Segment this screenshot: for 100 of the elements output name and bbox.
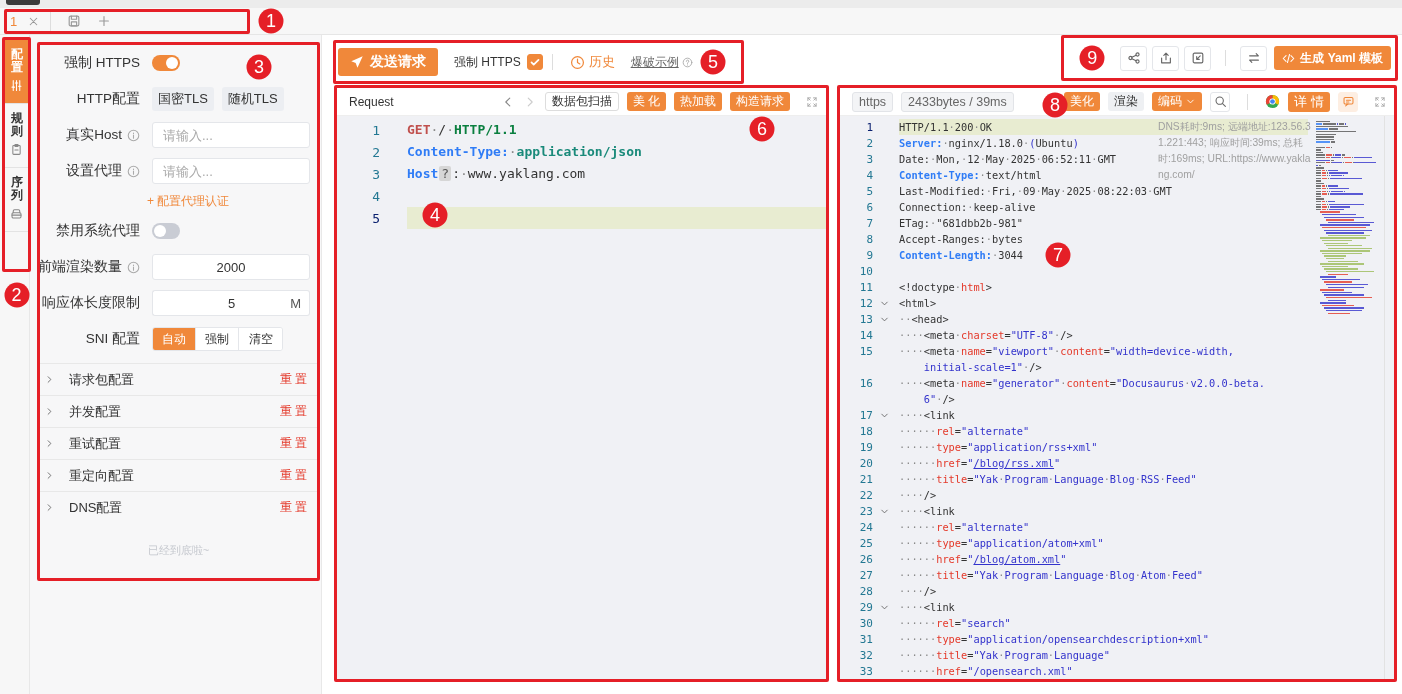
code-line: ····<link bbox=[899, 407, 955, 423]
generate-template-button[interactable]: 生成 Yaml 模板 bbox=[1274, 46, 1391, 70]
reset-link[interactable]: 重 置 bbox=[279, 435, 307, 452]
reset-link[interactable]: 重 置 bbox=[279, 467, 307, 484]
action-button[interactable]: 美 化 bbox=[626, 92, 666, 111]
section-header[interactable]: 重试配置 bbox=[40, 428, 280, 459]
chevron-right-icon bbox=[44, 502, 55, 513]
comment-icon bbox=[1341, 95, 1355, 108]
comment-button[interactable] bbox=[1338, 91, 1358, 112]
drawer-icon bbox=[10, 207, 23, 221]
code-line: ····<meta·name="generator"·content="Docusaurus·v2.0.0-beta. bbox=[899, 375, 1265, 391]
code-line: Date:·Mon,·12·May·2025·06:52:11·GMT bbox=[899, 151, 1117, 167]
section-header[interactable]: 重定向配置 bbox=[40, 460, 280, 491]
action-button[interactable]: 渲染 bbox=[1108, 92, 1145, 111]
input-field[interactable]: 请输入... bbox=[152, 122, 310, 148]
code-line: ····/> bbox=[899, 487, 937, 503]
line-number: 6 bbox=[865, 200, 873, 214]
line-number: 13 bbox=[858, 312, 873, 326]
clipboard-icon bbox=[10, 143, 23, 157]
callout-number: 6 bbox=[749, 116, 775, 142]
line-number: 10 bbox=[858, 264, 873, 278]
side-tab[interactable]: 规则 bbox=[5, 104, 28, 168]
reset-link[interactable]: 重 置 bbox=[279, 499, 307, 516]
code-line: ······title="Yak·Program·Language·Blog·RSS·Feed" bbox=[899, 471, 1197, 487]
line-number: 9 bbox=[865, 248, 873, 262]
line-number: 7 bbox=[865, 216, 873, 230]
action-button[interactable]: 美化 bbox=[1064, 92, 1101, 111]
line-number: 2 bbox=[371, 144, 380, 160]
checkbox[interactable] bbox=[526, 54, 543, 70]
line-number: 3 bbox=[865, 152, 873, 166]
code-line: ··<head> bbox=[899, 311, 949, 327]
history-link[interactable]: 历史 bbox=[569, 53, 615, 71]
toggle-switch[interactable] bbox=[152, 223, 180, 239]
line-number: 30 bbox=[858, 616, 873, 630]
code-line: ······type="application/atom+xml" bbox=[899, 535, 1104, 551]
code-line: 6"·/> bbox=[922, 391, 955, 407]
window-tab[interactable] bbox=[6, 0, 40, 5]
expand-icon[interactable] bbox=[1374, 95, 1386, 108]
line-number: 1 bbox=[865, 120, 873, 134]
detail-button[interactable]: 详 情 bbox=[1288, 91, 1330, 112]
help-icon[interactable] bbox=[681, 56, 693, 68]
line-number: 25 bbox=[858, 536, 873, 550]
line-number: 4 bbox=[371, 188, 380, 204]
input-field[interactable]: 2000 bbox=[152, 254, 310, 280]
line-number: 19 bbox=[858, 440, 873, 454]
icon-button[interactable] bbox=[1120, 45, 1148, 71]
section-header[interactable]: DNS配置 bbox=[40, 492, 280, 523]
code-line: ······rel="search" bbox=[899, 615, 1011, 631]
upload-icon bbox=[1158, 51, 1173, 65]
example-link[interactable]: 爆破示例 bbox=[630, 53, 679, 71]
action-button[interactable]: 构造请求 bbox=[730, 92, 790, 111]
action-button[interactable]: 热加载 bbox=[674, 92, 722, 111]
code-line: GET·/·HTTP/1.1 bbox=[407, 121, 517, 139]
editor-title: Request bbox=[349, 94, 394, 109]
code-line: ····<meta·charset="UTF-8"·/> bbox=[899, 327, 1073, 343]
info-icon bbox=[127, 260, 140, 274]
dropdown-button[interactable]: 编码 bbox=[1152, 92, 1203, 111]
scan-button[interactable]: 数据包扫描 bbox=[544, 92, 619, 111]
icon-button[interactable] bbox=[1240, 45, 1268, 71]
send-request-button[interactable]: 发送请求 bbox=[338, 48, 438, 76]
search-button[interactable] bbox=[1210, 91, 1231, 112]
code-line: HTTP/1.1·200·OK bbox=[899, 119, 993, 135]
code-line: <!doctype·html> bbox=[899, 279, 992, 295]
reset-link[interactable]: 重 置 bbox=[279, 403, 307, 420]
code-line: Content-Type:·application/json bbox=[407, 143, 642, 161]
line-number: 33 bbox=[858, 664, 873, 678]
option-button[interactable]: 随机TLS bbox=[221, 87, 284, 111]
line-number: 21 bbox=[858, 472, 873, 486]
code-line: Connection:·keep-alive bbox=[899, 199, 1036, 215]
section-header[interactable]: 并发配置 bbox=[40, 396, 280, 427]
code-line: ETag:·"681dbb2b-981" bbox=[899, 215, 1023, 231]
side-tab[interactable]: 配置 bbox=[5, 40, 28, 104]
segment-option[interactable]: 自动 bbox=[153, 328, 196, 350]
proxy-auth-link[interactable]: + 配置代理认证 bbox=[147, 192, 230, 210]
field-label: 强制 HTTPS bbox=[64, 54, 140, 72]
add-tab-icon[interactable] bbox=[97, 14, 112, 28]
side-tab[interactable]: 序列 bbox=[5, 168, 28, 232]
reset-link[interactable]: 重 置 bbox=[279, 371, 307, 388]
response-timing-note: DNS耗时:9ms; 远端地址:123.56.3 1.221:443; 响应时间:39ms; 总耗 时:169ms; URL:https://www.yakla ng.com/ bbox=[1158, 120, 1311, 182]
field-label: SNI 配置 bbox=[85, 330, 140, 348]
line-number: 2 bbox=[865, 136, 873, 150]
option-button[interactable]: 国密TLS bbox=[152, 87, 214, 111]
line-number: 8 bbox=[865, 232, 873, 246]
icon-button[interactable] bbox=[1152, 45, 1180, 71]
page-tab[interactable]: 1 bbox=[7, 11, 52, 31]
code-line: Content-Length:·3044 bbox=[899, 247, 1023, 263]
toggle-switch[interactable] bbox=[152, 55, 180, 71]
save-icon[interactable] bbox=[67, 14, 82, 28]
line-number: 3 bbox=[371, 166, 380, 182]
code-line: Content-Type:·text/html bbox=[899, 167, 1042, 183]
line-number: 31 bbox=[858, 632, 873, 646]
section-header[interactable]: 请求包配置 bbox=[40, 364, 280, 395]
code-line: Host ? :·www.yaklang.com bbox=[407, 165, 586, 183]
line-number: 27 bbox=[858, 568, 873, 582]
icon-button[interactable] bbox=[1184, 45, 1212, 71]
input-field[interactable]: 请输入... bbox=[152, 158, 310, 184]
line-number: 28 bbox=[858, 584, 873, 598]
browser-icon[interactable] bbox=[1265, 94, 1281, 109]
code-line: ······type="application/rss+xml" bbox=[899, 439, 1098, 455]
expand-icon[interactable] bbox=[806, 95, 818, 108]
